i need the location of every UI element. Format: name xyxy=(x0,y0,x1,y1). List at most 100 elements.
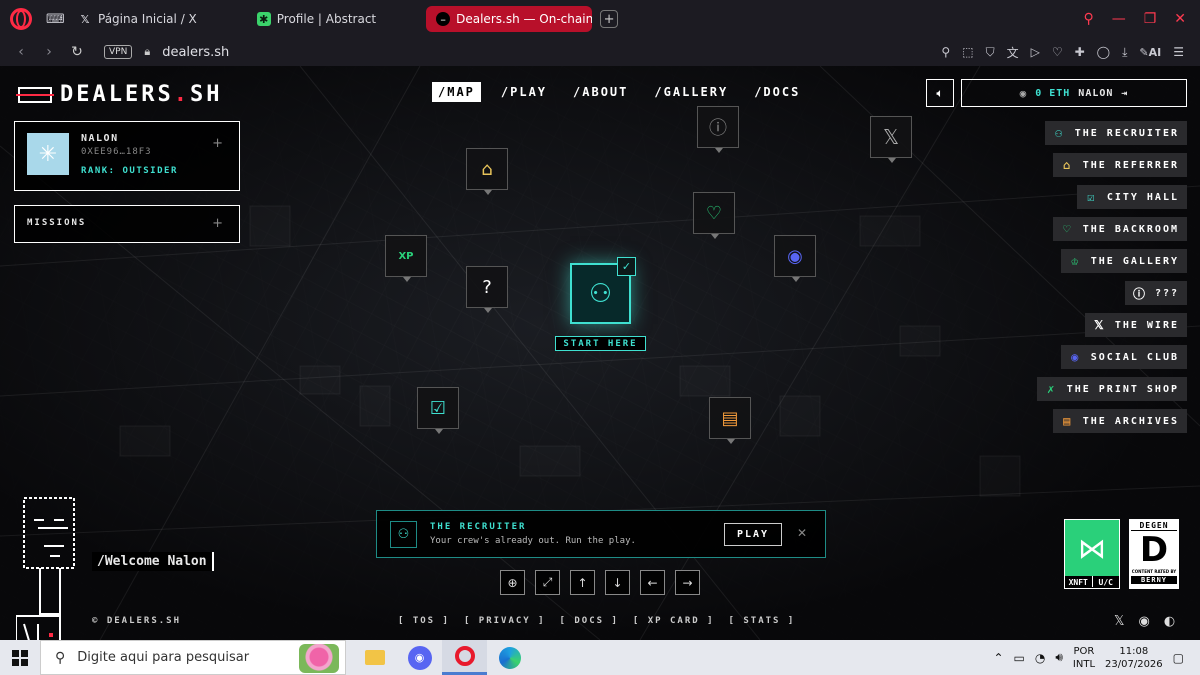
crosshair-icon[interactable]: ⊕ xyxy=(500,570,525,595)
notification-body: Your crew's already out. Run the play. xyxy=(430,536,636,546)
shield-icon[interactable]: ⛉ xyxy=(986,45,995,60)
location-archives[interactable]: ▤ THE ARCHIVES xyxy=(1052,409,1187,433)
document-icon: ▤ xyxy=(1063,414,1073,428)
map-node-question-top[interactable]: ⓘ xyxy=(697,106,739,153)
search-highlight-image[interactable] xyxy=(299,644,339,673)
heart-icon[interactable]: ♡ xyxy=(1052,45,1063,59)
arrow-up-icon[interactable]: ↑ xyxy=(570,570,595,595)
logout-icon[interactable]: ⇥ xyxy=(1121,88,1128,99)
nav-gallery[interactable]: /GALLERY xyxy=(648,82,734,102)
close-icon[interactable]: ✕ xyxy=(1174,11,1186,27)
menu-icon[interactable]: ☰ xyxy=(1173,45,1184,59)
opera-logo-icon[interactable] xyxy=(10,8,32,30)
location-gallery[interactable]: ♔ THE GALLERY xyxy=(1060,249,1187,273)
location-social-club[interactable]: ◉ SOCIAL CLUB xyxy=(1060,345,1187,369)
taskbar-edge[interactable] xyxy=(487,640,532,675)
wifi-icon[interactable]: ◔ xyxy=(1035,651,1045,665)
site-logo[interactable]: DEALERS. SH xyxy=(16,82,222,107)
start-here-label[interactable]: START HERE xyxy=(555,336,646,351)
nav-about[interactable]: /ABOUT xyxy=(567,82,634,102)
footer-link-xp-card[interactable]: [ XP CARD ] xyxy=(633,616,715,626)
profile-icon[interactable]: ◯ xyxy=(1097,45,1110,59)
location-backroom[interactable]: ♡ THE BACKROOM xyxy=(1052,217,1187,241)
notification-icon[interactable]: ▢ xyxy=(1173,651,1184,665)
add-user-icon: ⚇ xyxy=(588,278,613,309)
footer-link-docs[interactable]: [ DOCS ] xyxy=(560,616,619,626)
arrow-left-icon[interactable]: ← xyxy=(640,570,665,595)
window-controls: ⚲ — ❐ ✕ xyxy=(1083,11,1200,27)
location-unknown[interactable]: ⓘ??? xyxy=(1124,281,1187,305)
gamepad-icon[interactable]: ⌨ xyxy=(46,12,65,27)
reload-icon[interactable]: ↻ xyxy=(70,44,84,60)
restore-icon[interactable]: ❐ xyxy=(1144,11,1157,27)
taskbar-search-input[interactable]: ⚲ Digite aqui para pesquisar xyxy=(40,640,346,675)
volume-icon[interactable]: 🔊︎ xyxy=(1055,650,1063,665)
map-node-city-hall[interactable]: ☑ xyxy=(417,387,459,434)
map-node-archives[interactable]: ▤ xyxy=(709,397,751,444)
taskbar-file-explorer[interactable] xyxy=(352,640,397,675)
translate-icon[interactable]: 文 xyxy=(1007,44,1019,61)
forward-icon[interactable]: › xyxy=(42,44,56,60)
close-icon[interactable]: ✕ xyxy=(797,526,807,540)
download-icon[interactable]: ⤓ xyxy=(1122,45,1127,60)
locations-list: ⚇ THE RECRUITER ⌂ THE REFERRER ☑ CITY HALL … xyxy=(1036,121,1187,433)
chevron-up-icon[interactable]: ⌃ xyxy=(993,651,1003,665)
arrow-down-icon[interactable]: ↓ xyxy=(605,570,630,595)
location-referrer[interactable]: ⌂ THE REFERRER xyxy=(1052,153,1187,177)
lock-icon[interactable]: 🔒︎ xyxy=(144,45,150,59)
map-node-xp[interactable]: XP xyxy=(385,235,427,282)
sound-toggle-button[interactable]: 🔈︎ xyxy=(926,79,954,107)
wallet-button[interactable]: ◉ 0 ETH NALON ⇥ xyxy=(961,79,1187,107)
map-node-x[interactable]: 𝕏 xyxy=(870,116,912,163)
expand-icon[interactable]: ⤢ xyxy=(535,570,560,595)
map-node-gift[interactable]: ⌂ xyxy=(466,148,508,195)
vpn-badge[interactable]: VPN xyxy=(104,45,133,59)
taskbar-opera[interactable] xyxy=(442,640,487,675)
taskbar-discord[interactable]: ◉ xyxy=(397,640,442,675)
clock[interactable]: 11:08 23/07/2026 xyxy=(1105,645,1163,671)
ai-button[interactable]: ✎AI xyxy=(1139,46,1161,59)
back-icon[interactable]: ‹ xyxy=(14,44,28,60)
muted-speaker-icon[interactable]: – xyxy=(436,12,451,26)
new-tab-button[interactable]: + xyxy=(600,10,619,28)
x-icon[interactable]: 𝕏 xyxy=(1114,614,1124,629)
xnft-badge[interactable]: ⋈ XNFT U/C xyxy=(1064,519,1120,589)
eye-icon[interactable]: ◉ xyxy=(1020,87,1028,100)
nav-docs[interactable]: /DOCS xyxy=(748,82,806,102)
nav-map[interactable]: /MAP xyxy=(432,82,481,102)
url-input[interactable]: dealers.sh xyxy=(162,45,229,60)
map-node-discord[interactable]: ◉ xyxy=(774,235,816,282)
search-tabs-icon[interactable]: ⚲ xyxy=(1083,11,1093,27)
network-icon[interactable]: ▭ xyxy=(1014,651,1025,665)
location-recruiter[interactable]: ⚇ THE RECRUITER xyxy=(1044,121,1187,145)
profile-card[interactable]: ✳ NALON 0XEE96…18F3 RANK: OUTSIDER + xyxy=(14,121,240,191)
footer-link-tos[interactable]: [ TOS ] xyxy=(398,616,450,626)
missions-panel[interactable]: MISSIONS + xyxy=(14,205,240,243)
footer-link-stats[interactable]: [ STATS ] xyxy=(729,616,796,626)
minimize-icon[interactable]: — xyxy=(1112,11,1126,27)
start-button[interactable] xyxy=(0,640,40,675)
pin-icon[interactable]: ⚲ xyxy=(941,45,950,59)
tab-abstract-profile[interactable]: ✱ Profile | Abstract xyxy=(247,6,386,32)
location-city-hall[interactable]: ☑ CITY HALL xyxy=(1076,185,1187,209)
discord-icon[interactable]: ◉ xyxy=(1138,614,1149,629)
map-node-question[interactable]: ? xyxy=(466,266,508,313)
location-print-shop[interactable]: ✗ THE PRINT SHOP xyxy=(1036,377,1187,401)
tab-dealers[interactable]: – Dealers.sh — On-chain xyxy=(426,6,593,32)
nav-play[interactable]: /PLAY xyxy=(495,82,553,102)
city-hall-icon: ☑ xyxy=(429,397,447,419)
missions-expand-icon[interactable]: + xyxy=(212,216,223,231)
tab-x-home[interactable]: 𝕏 Página Inicial / X xyxy=(68,6,207,32)
language-indicator[interactable]: POR INTL xyxy=(1073,645,1095,671)
profile-expand-icon[interactable]: + xyxy=(212,136,223,151)
opensea-icon[interactable]: ◐ xyxy=(1164,614,1175,629)
footer-link-privacy[interactable]: [ PRIVACY ] xyxy=(464,616,546,626)
arrow-right-icon[interactable]: → xyxy=(675,570,700,595)
location-wire[interactable]: 𝕏 THE WIRE xyxy=(1084,313,1187,337)
play-button[interactable]: PLAY xyxy=(724,523,782,546)
extensions-icon[interactable]: ✚ xyxy=(1075,45,1085,59)
map-node-handshake[interactable]: ♡ xyxy=(693,192,735,239)
send-icon[interactable]: ▷ xyxy=(1031,45,1040,59)
degen-rating-badge[interactable]: DEGEN D CONTENT RATED BY BERNY xyxy=(1129,519,1179,589)
snapshot-icon[interactable]: ⬚ xyxy=(962,45,973,59)
